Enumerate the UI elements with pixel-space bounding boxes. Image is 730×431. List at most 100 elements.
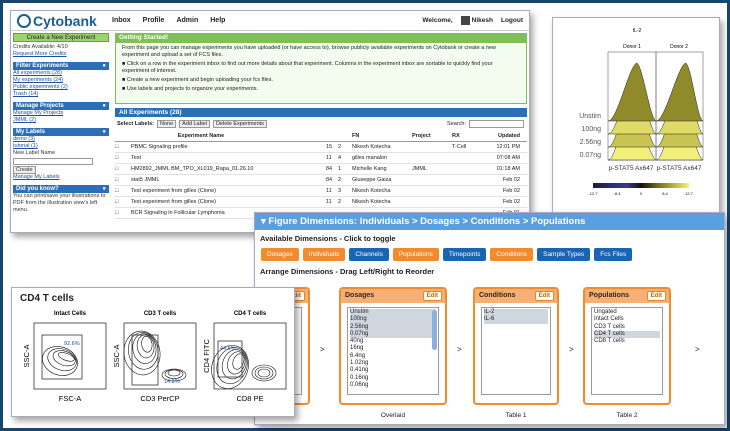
nav-inbox[interactable]: Inbox <box>112 17 131 24</box>
dimension-listbox[interactable]: IL-2 IL-6 <box>481 307 551 395</box>
table-cell <box>271 197 326 207</box>
list-item[interactable]: 0.06ng <box>350 382 436 389</box>
labels-header[interactable]: My Labels ● <box>13 128 109 136</box>
table-row[interactable]: □ HM2892_JMML BM_TPO_XL019_Rapa_01.26.10 8… <box>115 164 527 175</box>
col-updated[interactable]: Updated <box>482 131 520 141</box>
filter-trash[interactable]: Trash (14) <box>13 91 109 98</box>
manage-projects-link[interactable]: Manage My Projects <box>13 110 109 117</box>
filter-header[interactable]: Filter Experiments ● <box>13 62 109 70</box>
list-item[interactable]: 100ng <box>350 316 436 324</box>
filter-mine[interactable]: My experiments (24) <box>13 77 109 84</box>
col-fn[interactable]: FN <box>352 131 412 141</box>
list-item[interactable]: Unstim <box>350 309 436 317</box>
create-label-button[interactable]: Create <box>13 166 36 174</box>
scale-tick: -12.7 <box>588 191 598 196</box>
scrollbar[interactable] <box>432 310 437 350</box>
dimension-toggle-conditions[interactable]: Conditions <box>490 248 534 261</box>
list-item[interactable]: 6.4ng <box>350 353 436 360</box>
list-item[interactable]: 0.16ng <box>350 375 436 382</box>
cytobank-logo[interactable]: Cytobank <box>17 13 112 29</box>
experiments-header[interactable]: All Experiments (28) <box>115 108 527 117</box>
list-item[interactable]: 0.41ng <box>350 367 436 374</box>
list-item[interactable]: 2.56ng <box>350 323 436 331</box>
dimension-toggle-channels[interactable]: Channels <box>349 248 389 261</box>
logout-link[interactable]: Logout <box>501 17 523 24</box>
table-cell: 01:18 AM <box>496 166 520 172</box>
list-item[interactable]: 16ng <box>350 345 436 352</box>
dimension-toggle-individuals[interactable]: Individuals <box>302 248 346 261</box>
delete-experiments-button[interactable]: Delete Experiments <box>212 120 267 128</box>
list-item[interactable]: IL-6 <box>484 316 548 324</box>
filter-public[interactable]: Public experiments (2) <box>13 84 109 91</box>
table-cell: 84 <box>326 177 333 183</box>
row-checkbox[interactable]: □ <box>115 164 131 174</box>
dimension-box[interactable]: Conditions Edit IL-2 IL-6 Table 1 <box>473 287 559 419</box>
table-row[interactable]: □ Test 11 4 gilles manalon 07:08 AM <box>115 153 527 164</box>
list-item[interactable]: 1.02ng <box>350 360 436 367</box>
dimension-toggle-dosages[interactable]: Dosages <box>261 248 299 261</box>
table-row[interactable]: □ stat5 JMML 84 2 Giuseppe Gaiza Feb 02 <box>115 175 527 186</box>
table-cell: stat5 JMML <box>131 177 160 183</box>
dimensions-header[interactable]: ▾ Figure Dimensions: Individuals > Dosag… <box>255 213 724 230</box>
table-row[interactable]: □ Test experiment from gilles (Clone) 11 2 N… <box>115 197 527 208</box>
table-cell: Nikesh Kotecha <box>352 144 391 150</box>
dimension-toggle-sample-types[interactable]: Sample Types <box>537 248 591 261</box>
projects-header[interactable]: Manage Projects ● <box>13 102 109 110</box>
search-input[interactable] <box>469 120 524 128</box>
list-item[interactable]: Ungated <box>594 309 660 316</box>
create-experiment-button[interactable]: Create a New Experiment <box>13 33 109 42</box>
nav-profile[interactable]: Profile <box>143 17 165 24</box>
row-checkbox[interactable]: □ <box>115 186 131 196</box>
nav-help[interactable]: Help <box>210 17 225 24</box>
edit-button[interactable]: Edit <box>646 291 666 301</box>
row-checkbox[interactable]: □ <box>115 208 131 218</box>
dimension-box[interactable]: Populations Edit Ungated Intact Cells CD3 T … <box>583 287 671 419</box>
did-you-know-header[interactable]: Did you know? ● <box>13 185 109 193</box>
list-item[interactable]: CD8 T cells <box>594 338 660 345</box>
edit-button[interactable]: Edit <box>422 291 442 301</box>
none-button[interactable]: None <box>157 120 177 128</box>
col-project[interactable]: Project <box>412 131 452 141</box>
label-demo[interactable]: demo (3) <box>13 136 109 143</box>
did-you-know-text: You can print/save your illustrations to… <box>13 193 106 213</box>
table-cell: 2 <box>338 199 342 205</box>
table-row[interactable]: □ PBMC Signaling profile 15 2 Nikesh Kotecha… <box>115 142 527 153</box>
new-label-input[interactable] <box>13 158 93 165</box>
dimension-listbox[interactable]: Ungated Intact Cells CD3 T cells CD4 T cell… <box>591 307 663 395</box>
user-name-link[interactable]: Nikesh <box>460 16 493 25</box>
row-checkbox[interactable]: □ <box>115 153 131 163</box>
dimension-listbox[interactable]: Unstim 100ng 2.56ng 0.07ng 40ng 16ng 6.4ng 1.02… <box>347 307 439 395</box>
edit-button[interactable]: Edit <box>534 291 554 301</box>
dimension-toggle-fcs-files[interactable]: Fcs Files <box>594 248 633 261</box>
col-experiment-name[interactable]: Experiment Name <box>131 131 271 141</box>
nav-admin[interactable]: Admin <box>176 17 198 24</box>
list-item[interactable]: IL-2 <box>484 309 548 317</box>
manage-labels-link[interactable]: Manage My Labels <box>13 174 109 181</box>
dimension-box-header: Dosages Edit <box>341 289 445 303</box>
dimension-box[interactable]: Dosages Edit Unstim 100ng 2.56ng 0.07ng 40ng 16… <box>339 287 447 419</box>
table-cell <box>412 197 452 207</box>
list-item[interactable]: CD4 T cells <box>594 330 660 339</box>
x-axis-label: FSC-A <box>59 394 82 403</box>
table-cell: Michelle Kang <box>352 166 387 172</box>
dimension-toggle-timepoints[interactable]: Timepoints <box>442 248 487 261</box>
col-rx[interactable]: RX <box>452 131 482 141</box>
row-checkbox[interactable]: □ <box>115 197 131 207</box>
table-row[interactable]: □ Test experiment from gilles (Clone) 11 3 N… <box>115 186 527 197</box>
dimension-toggle-populations[interactable]: Populations <box>392 248 439 261</box>
add-label-button[interactable]: Add Label <box>179 120 210 128</box>
list-item[interactable]: Intact Cells <box>594 316 660 323</box>
getting-started-header[interactable]: Getting Started! <box>115 33 527 42</box>
list-item[interactable]: 40ng <box>350 338 436 345</box>
list-item[interactable]: 0.07ng <box>350 330 436 339</box>
row-checkbox[interactable]: □ <box>115 175 131 185</box>
collage-frame: Cytobank Inbox Profile Admin Help Welcom… <box>0 0 730 431</box>
list-item[interactable]: CD3 T cells <box>594 324 660 331</box>
label-tutorial[interactable]: tutorial (1) <box>13 143 109 150</box>
filter-all[interactable]: All experiments (28) <box>13 70 109 77</box>
user-name: Nikesh <box>471 17 493 25</box>
request-credits-link[interactable]: Request More Credits <box>13 51 109 58</box>
row-checkbox[interactable]: □ <box>115 142 131 152</box>
project-jmml[interactable]: JMML (2) <box>13 117 109 124</box>
table-cell: 11 <box>326 188 332 194</box>
